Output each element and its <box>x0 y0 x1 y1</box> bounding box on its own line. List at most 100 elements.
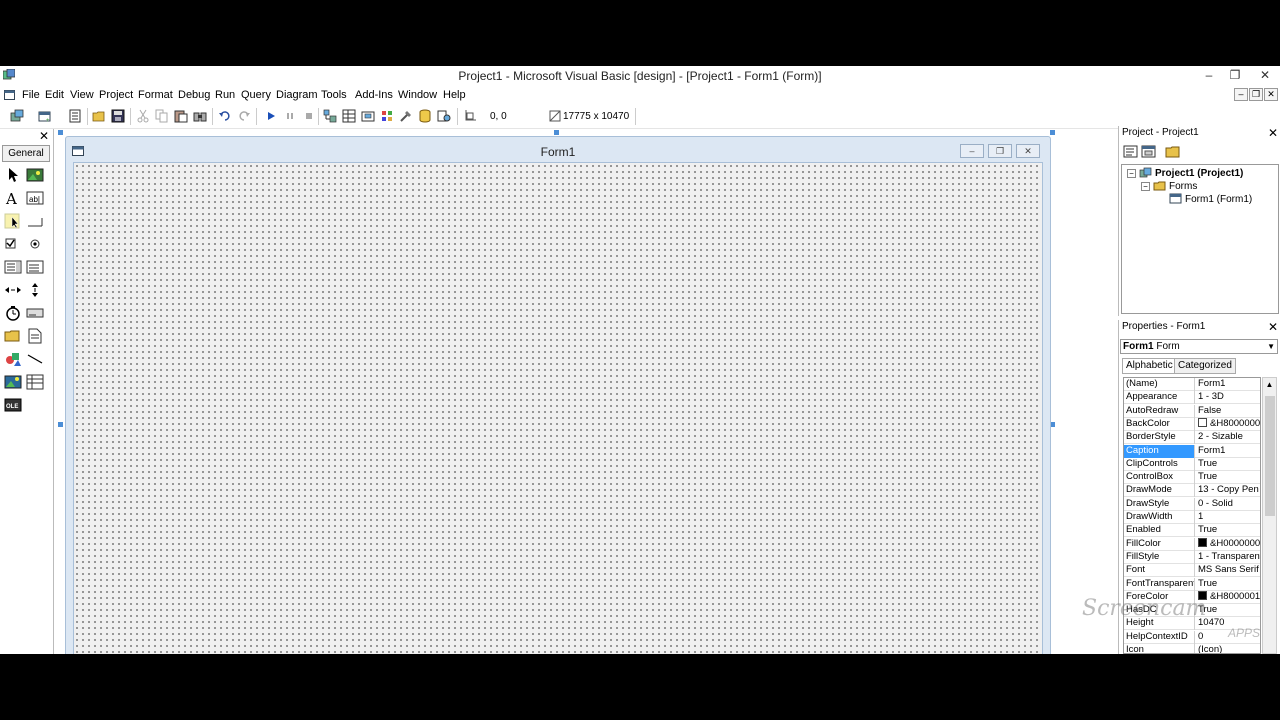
property-value[interactable]: &H00000000 <box>1196 537 1260 551</box>
close-button[interactable]: ✕ <box>1252 67 1278 84</box>
object-selector[interactable]: Form1 Form ▼ <box>1120 339 1278 354</box>
resize-handle[interactable] <box>58 422 63 427</box>
line-icon[interactable] <box>26 351 44 367</box>
property-row[interactable]: FillColor &H00000000 <box>1124 537 1260 551</box>
add-form-icon[interactable]: + <box>38 109 52 123</box>
timer-icon[interactable] <box>4 305 22 321</box>
properties-close-button[interactable]: ✕ <box>1268 320 1278 334</box>
menu-run[interactable]: Run <box>215 89 235 101</box>
object-browser-icon[interactable] <box>380 109 394 123</box>
property-value[interactable]: 1 - Transparent <box>1196 551 1260 564</box>
menu-project[interactable]: Project <box>99 89 133 101</box>
property-value[interactable]: True <box>1196 524 1260 537</box>
end-icon[interactable] <box>302 109 316 123</box>
property-value[interactable]: Form1 <box>1196 378 1260 391</box>
menu-diagram[interactable]: Diagram <box>276 89 318 101</box>
property-value[interactable]: True <box>1196 578 1260 591</box>
filelistbox-icon[interactable] <box>26 328 44 344</box>
property-value[interactable]: 1 - 3D <box>1196 391 1260 404</box>
property-value[interactable]: Form1 <box>1196 445 1260 458</box>
tree-item-project[interactable]: Project1 (Project1) <box>1155 168 1243 179</box>
form-doc-icon[interactable] <box>4 90 15 100</box>
menu-view[interactable]: View <box>70 89 94 101</box>
toggle-folders-icon[interactable] <box>1165 145 1181 159</box>
pointer-icon[interactable] <box>4 167 22 183</box>
toolbox-close-button[interactable]: ✕ <box>37 129 51 143</box>
tab-alphabetic[interactable]: Alphabetic <box>1122 358 1177 374</box>
copy-icon[interactable] <box>155 109 169 123</box>
menu-edit[interactable]: Edit <box>45 89 64 101</box>
dirlistbox-icon[interactable] <box>4 328 22 344</box>
collapse-icon[interactable]: − <box>1141 182 1150 191</box>
property-value[interactable]: MS Sans Serif <box>1196 564 1260 577</box>
image-icon[interactable] <box>4 374 22 390</box>
property-row[interactable]: (Name) Form1 <box>1124 378 1260 391</box>
paste-icon[interactable] <box>174 109 188 123</box>
resize-handle[interactable] <box>1050 130 1055 135</box>
picturebox-icon[interactable] <box>26 167 44 183</box>
cut-icon[interactable] <box>136 109 150 123</box>
visual-component-manager-icon[interactable] <box>437 109 451 123</box>
property-row[interactable]: FontTransparent True <box>1124 577 1260 591</box>
commandbutton-icon[interactable] <box>26 213 44 229</box>
menu-file[interactable]: File <box>22 89 40 101</box>
menu-window[interactable]: Window <box>398 89 437 101</box>
checkbox-icon[interactable] <box>4 236 22 252</box>
open-folder-icon[interactable] <box>92 109 106 123</box>
property-row[interactable]: Font MS Sans Serif <box>1124 564 1260 578</box>
data-view-icon[interactable] <box>418 109 432 123</box>
property-row[interactable]: Appearance 1 - 3D <box>1124 391 1260 405</box>
properties-window-icon[interactable] <box>342 109 356 123</box>
toolbox-tab-general[interactable]: General <box>2 145 50 162</box>
data-control-icon[interactable] <box>26 374 44 390</box>
project-explorer-icon[interactable] <box>323 109 337 123</box>
property-value[interactable]: True <box>1196 471 1260 484</box>
shape-icon[interactable] <box>4 351 22 367</box>
chevron-down-icon[interactable]: ▼ <box>1267 340 1275 353</box>
resize-handle[interactable] <box>554 130 559 135</box>
break-icon[interactable] <box>283 109 297 123</box>
properties-scrollbar[interactable]: ▲ <box>1262 377 1277 654</box>
form1-window[interactable]: Form1 – ❐ ✕ <box>65 136 1051 654</box>
hscrollbar-icon[interactable] <box>4 282 22 298</box>
property-row[interactable]: Caption Form1 <box>1124 444 1260 458</box>
form-design-grid[interactable] <box>73 162 1043 654</box>
listbox-icon[interactable] <box>26 259 44 275</box>
view-code-icon[interactable] <box>1123 145 1139 159</box>
minimize-button[interactable]: – <box>1196 67 1222 84</box>
ole-icon[interactable]: OLE <box>4 397 22 413</box>
optionbutton-icon[interactable] <box>26 236 44 252</box>
property-value[interactable]: (Icon) <box>1196 644 1260 653</box>
property-row[interactable]: BorderStyle 2 - Sizable <box>1124 431 1260 445</box>
menu-tools[interactable]: Tools <box>321 89 347 101</box>
property-row[interactable]: ClipControls True <box>1124 457 1260 471</box>
property-row[interactable]: DrawStyle 0 - Solid <box>1124 497 1260 511</box>
textbox-icon[interactable]: ab| <box>26 190 44 206</box>
mdi-restore-button[interactable]: ❐ <box>1249 88 1263 101</box>
maximize-button[interactable]: ❐ <box>1222 67 1248 84</box>
form-layout-icon[interactable] <box>361 109 375 123</box>
menu-format[interactable]: Format <box>138 89 173 101</box>
property-value[interactable]: 13 - Copy Pen <box>1196 484 1260 497</box>
scroll-up-icon[interactable]: ▲ <box>1263 380 1276 389</box>
find-icon[interactable] <box>193 109 207 123</box>
project-explorer-close-button[interactable]: ✕ <box>1268 126 1278 140</box>
view-object-icon[interactable] <box>1141 145 1157 159</box>
tree-item-forms[interactable]: Forms <box>1169 181 1197 192</box>
property-row[interactable]: BackColor &H8000000F <box>1124 417 1260 431</box>
property-value[interactable]: 0 - Solid <box>1196 498 1260 511</box>
tab-categorized[interactable]: Categorized <box>1174 358 1236 374</box>
start-icon[interactable] <box>264 109 278 123</box>
menu-add-ins[interactable]: Add-Ins <box>355 89 393 101</box>
drivelistbox-icon[interactable] <box>26 305 44 321</box>
collapse-icon[interactable]: − <box>1127 169 1136 178</box>
menu-query[interactable]: Query <box>241 89 271 101</box>
mdi-close-button[interactable]: ✕ <box>1264 88 1278 101</box>
property-row[interactable]: DrawWidth 1 <box>1124 511 1260 524</box>
add-project-icon[interactable] <box>10 109 24 123</box>
mdi-minimize-button[interactable]: – <box>1234 88 1248 101</box>
property-value[interactable]: True <box>1196 458 1260 471</box>
frame-icon[interactable] <box>4 213 22 229</box>
save-icon[interactable] <box>111 109 125 123</box>
redo-icon[interactable] <box>237 109 251 123</box>
